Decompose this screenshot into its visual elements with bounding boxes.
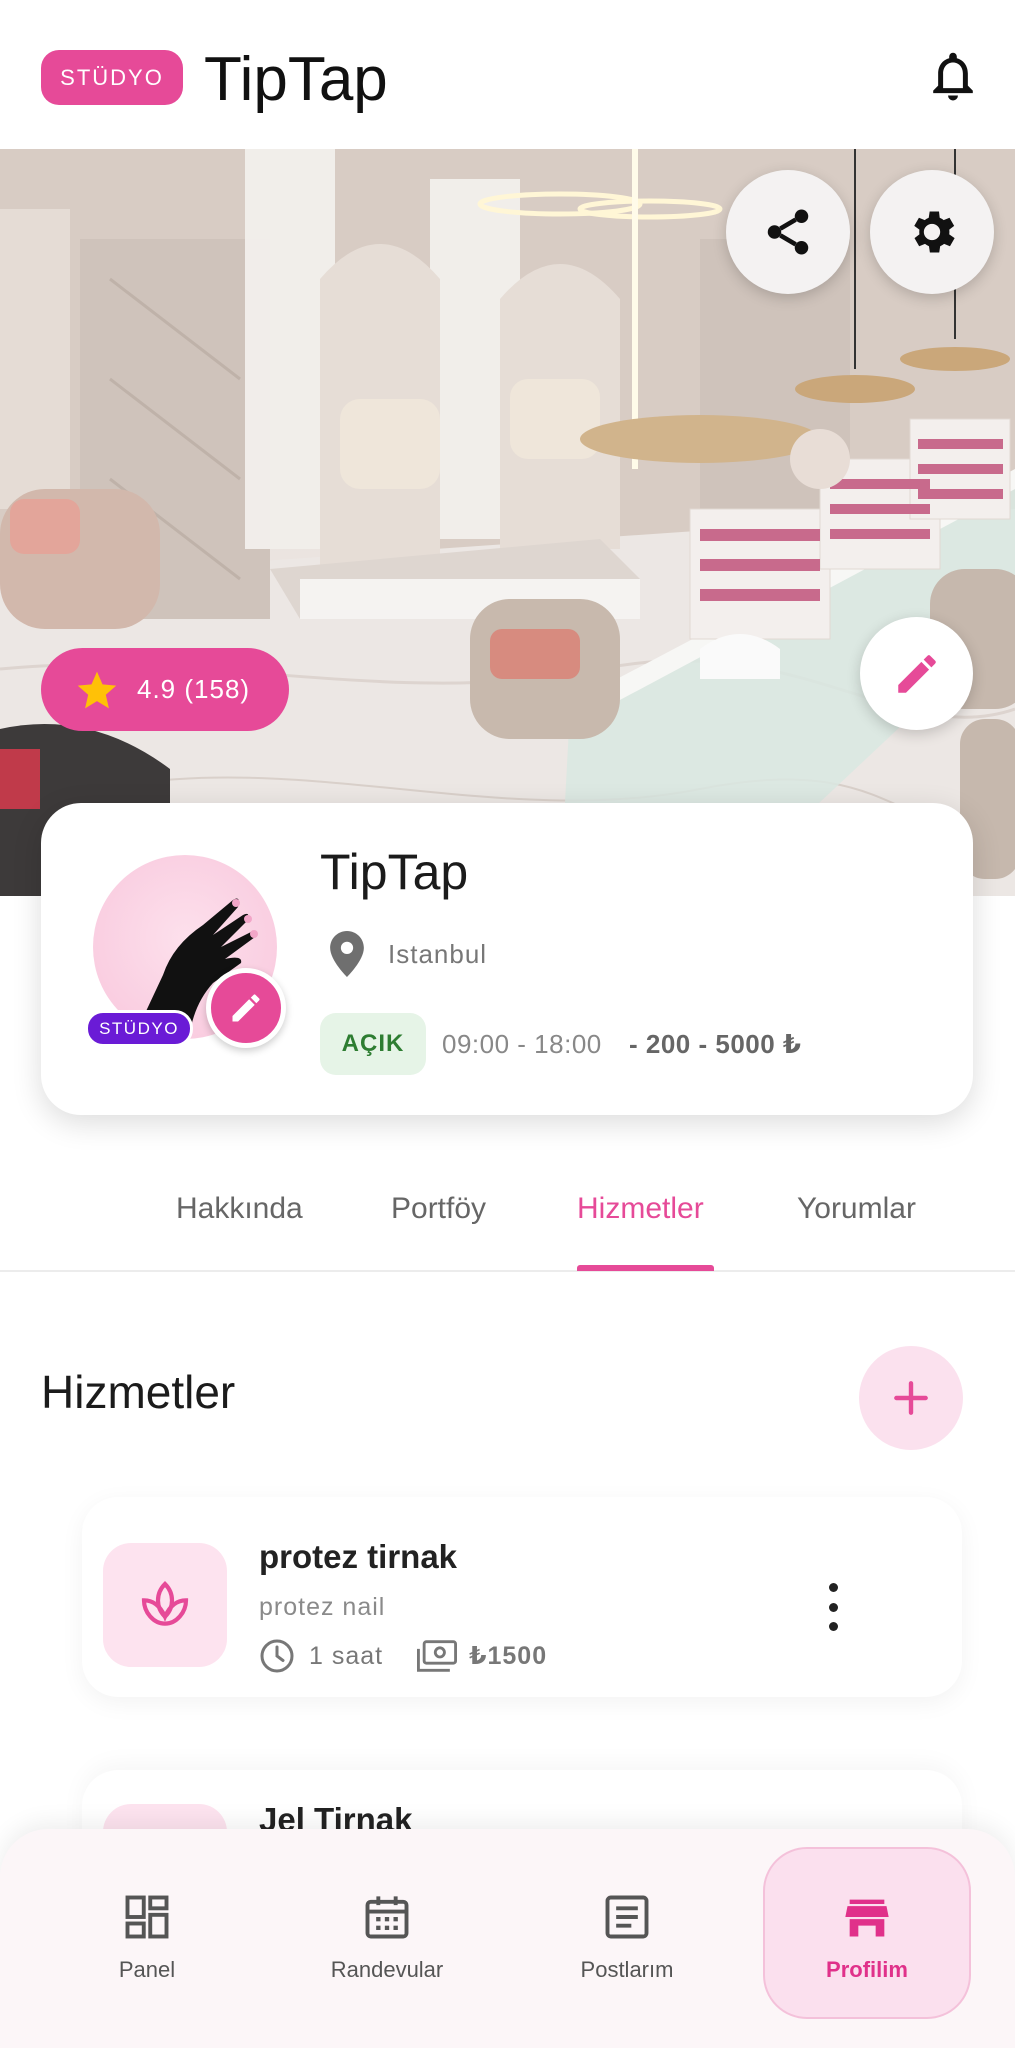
add-service-button[interactable] bbox=[859, 1346, 963, 1450]
cover-photo: 4.9 (158) bbox=[0, 149, 1015, 896]
studio-badge: STÜDYO bbox=[85, 1010, 193, 1047]
pencil-icon bbox=[232, 994, 260, 1022]
working-hours: 09:00 - 18:00 bbox=[442, 1029, 602, 1059]
nav-posts[interactable]: Postlarım bbox=[527, 1829, 727, 2048]
services-section-title: Hizmetler bbox=[41, 1366, 236, 1418]
more-options-icon[interactable] bbox=[818, 1583, 848, 1631]
profile-tabs: Hakkında Portföy Hizmetler Yorumlar bbox=[0, 1160, 1015, 1272]
nav-appointments[interactable]: Randevular bbox=[287, 1829, 487, 2048]
edit-cover-button[interactable] bbox=[860, 617, 973, 730]
top-app-bar: STÜDYO TipTap bbox=[0, 0, 1015, 149]
nav-label: Randevular bbox=[330, 1957, 444, 1982]
tab-about[interactable]: Hakkında bbox=[176, 1192, 303, 1226]
profile-name: TipTap bbox=[320, 844, 469, 900]
dashboard-icon bbox=[125, 1895, 169, 1939]
service-description: protez nail bbox=[259, 1593, 386, 1621]
rating-text: 4.9 (158) bbox=[137, 674, 251, 704]
studio-badge: STÜDYO bbox=[41, 50, 183, 105]
service-icon bbox=[103, 1543, 227, 1667]
rating-badge[interactable]: 4.9 (158) bbox=[41, 648, 289, 731]
store-icon bbox=[845, 1899, 889, 1937]
clock-icon bbox=[260, 1639, 294, 1673]
service-meta: 1 saat ₺1500 bbox=[259, 1638, 547, 1674]
calendar-icon bbox=[365, 1896, 409, 1939]
edit-avatar-button[interactable] bbox=[206, 968, 286, 1048]
share-button[interactable] bbox=[726, 170, 850, 294]
open-status-chip: AÇIK bbox=[320, 1013, 426, 1075]
price-range: - 200 - 5000 ₺ bbox=[629, 1029, 802, 1059]
tab-reviews[interactable]: Yorumlar bbox=[797, 1192, 916, 1226]
spa-lotus-icon bbox=[141, 1581, 189, 1626]
bottom-navigation: Panel Randevular Postlarım Profilim bbox=[0, 1829, 1015, 2048]
nav-panel[interactable]: Panel bbox=[47, 1829, 247, 2048]
plus-icon bbox=[894, 1381, 928, 1415]
cash-icon bbox=[417, 1640, 458, 1672]
salon-interior-image bbox=[0, 149, 1015, 896]
nav-label: Profilim bbox=[826, 1957, 908, 1982]
service-duration: 1 saat bbox=[309, 1641, 384, 1670]
gear-icon bbox=[914, 211, 955, 253]
tab-portfolio[interactable]: Portföy bbox=[391, 1192, 486, 1226]
tab-services[interactable]: Hizmetler bbox=[577, 1192, 704, 1226]
article-icon bbox=[605, 1895, 649, 1939]
location-pin-icon bbox=[330, 931, 364, 977]
location-text: Istanbul bbox=[388, 939, 488, 969]
service-price: ₺1500 bbox=[469, 1642, 548, 1670]
service-name: protez tirnak bbox=[259, 1538, 458, 1575]
pencil-icon bbox=[897, 654, 936, 693]
profile-card: STÜDYO TipTap Istanbul AÇIK 09:00 - 18:0… bbox=[41, 803, 973, 1115]
notification-bell-icon[interactable] bbox=[926, 50, 980, 106]
nav-label: Postlarım bbox=[580, 1957, 674, 1982]
nav-profile[interactable]: Profilim bbox=[767, 1829, 967, 2048]
settings-button[interactable] bbox=[870, 170, 994, 294]
app-title: TipTap bbox=[204, 45, 388, 114]
nav-label: Panel bbox=[118, 1957, 176, 1982]
active-tab-indicator bbox=[577, 1265, 714, 1271]
share-icon bbox=[767, 209, 809, 255]
service-card[interactable]: protez tirnak protez nail 1 saat ₺1500 bbox=[82, 1497, 962, 1697]
star-icon bbox=[77, 671, 117, 708]
